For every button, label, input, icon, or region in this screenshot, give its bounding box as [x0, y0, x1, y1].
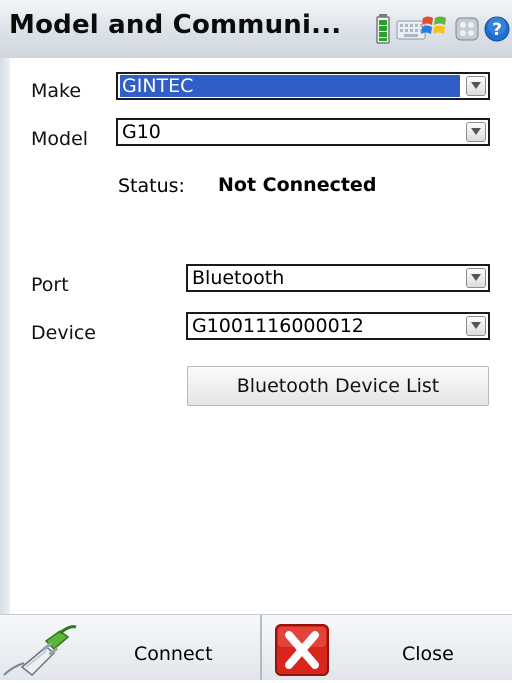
chevron-down-icon[interactable]: [466, 76, 486, 96]
chevron-down-icon[interactable]: [466, 268, 486, 288]
port-label: Port: [31, 274, 69, 296]
bluetooth-device-list-button[interactable]: Bluetooth Device List: [187, 366, 489, 406]
left-edge-strip: [0, 58, 10, 614]
chevron-down-icon[interactable]: [466, 122, 486, 142]
windows-flag-icon[interactable]: [420, 12, 450, 42]
connect-button[interactable]: Connect: [0, 615, 262, 680]
make-value: GINTEC: [120, 75, 460, 97]
status-value: Not Connected: [218, 174, 377, 196]
connect-label: Connect: [134, 643, 213, 665]
device-label: Device: [31, 322, 96, 344]
bottom-bar: Connect Close: [0, 614, 512, 680]
port-value: Bluetooth: [192, 267, 285, 289]
chevron-down-icon[interactable]: [466, 316, 486, 336]
svg-text:?: ?: [492, 20, 502, 40]
title-bar: Model and Communi... ?: [0, 0, 512, 59]
red-x-icon: [274, 623, 330, 677]
make-dropdown[interactable]: GINTEC: [116, 72, 490, 100]
make-label: Make: [31, 80, 82, 102]
model-value: G10: [122, 121, 161, 143]
model-dropdown[interactable]: G10: [116, 118, 490, 146]
device-value: G1001116000012: [192, 315, 364, 337]
plug-icon: [2, 623, 78, 679]
close-button[interactable]: Close: [264, 615, 512, 680]
battery-icon[interactable]: [376, 14, 390, 44]
model-label: Model: [31, 128, 89, 150]
device-dropdown[interactable]: G1001116000012: [186, 312, 490, 340]
port-dropdown[interactable]: Bluetooth: [186, 264, 490, 292]
close-label: Close: [402, 643, 454, 665]
window-title: Model and Communi...: [9, 10, 342, 40]
apps-icon[interactable]: [455, 17, 479, 47]
help-icon[interactable]: ?: [484, 16, 510, 46]
status-label: Status:: [118, 175, 185, 197]
